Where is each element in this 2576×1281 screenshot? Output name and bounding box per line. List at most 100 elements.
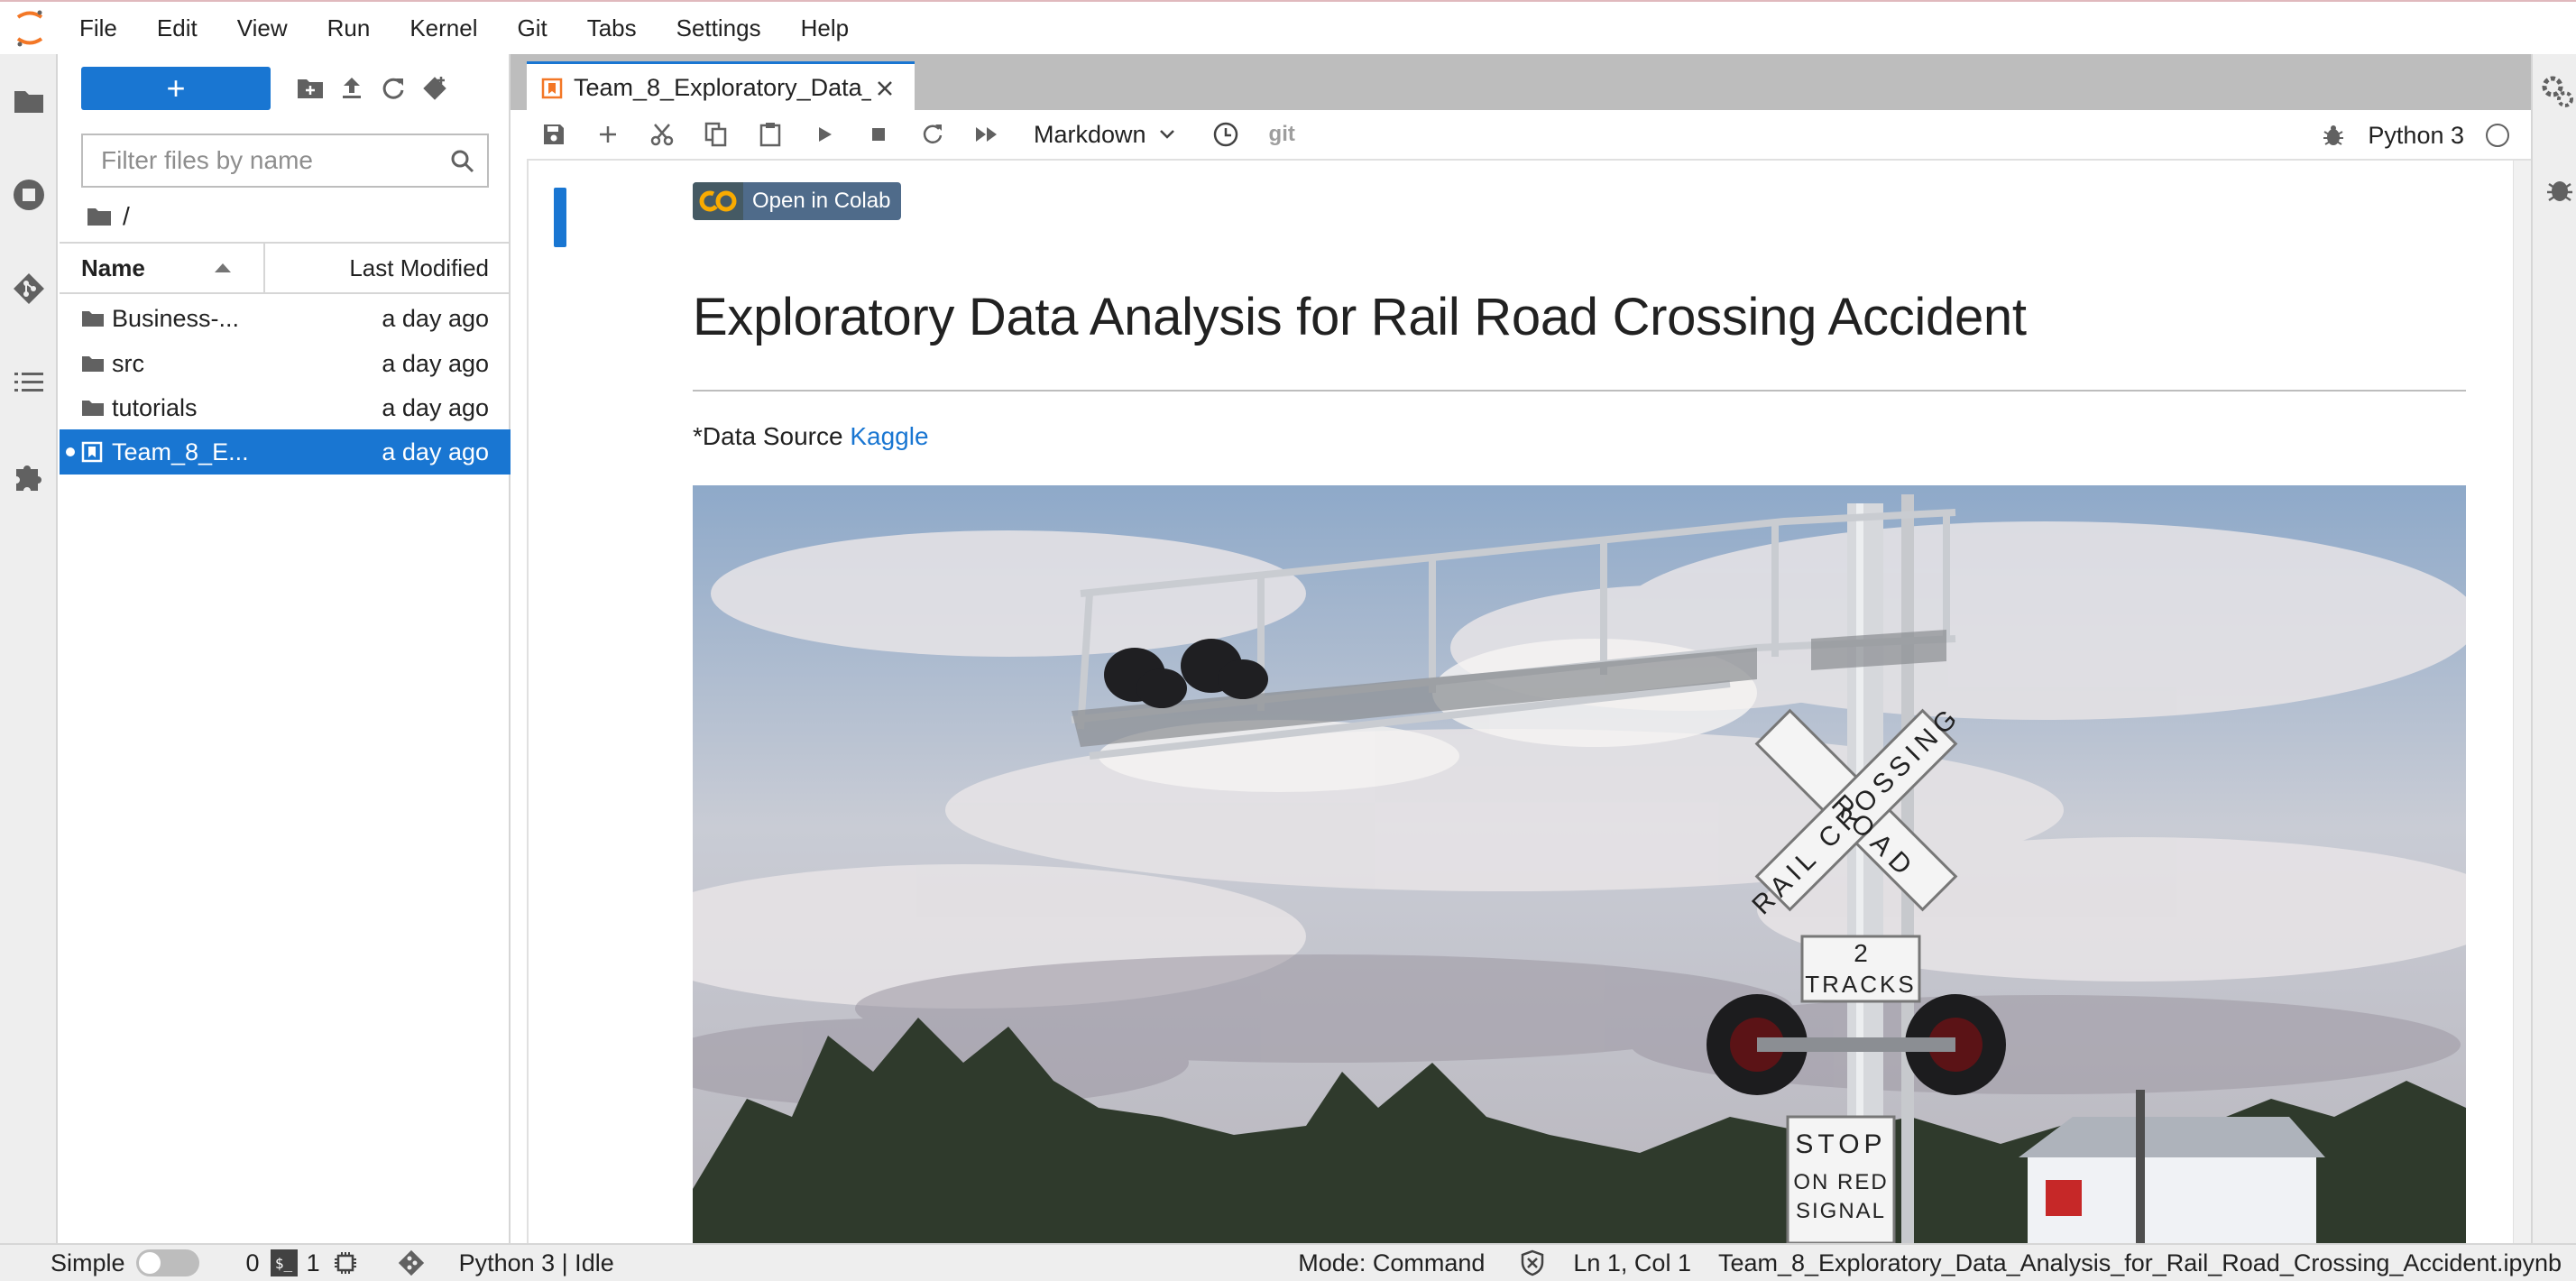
breadcrumb-root[interactable]: / bbox=[123, 202, 130, 231]
menu-kernel[interactable]: Kernel bbox=[390, 2, 497, 54]
name-column-header[interactable]: Name bbox=[60, 244, 265, 292]
folder-icon[interactable] bbox=[0, 76, 58, 126]
restart-run-all-button[interactable] bbox=[960, 109, 1014, 160]
save-button[interactable] bbox=[527, 109, 581, 160]
data-source-line: *Data Source Kaggle bbox=[693, 422, 929, 451]
new-launcher-button[interactable]: + bbox=[81, 67, 271, 110]
git-diff-button[interactable]: git bbox=[1269, 122, 1295, 147]
last-modified-label: Last Modified bbox=[349, 253, 489, 281]
tab-bar: Team_8_Exploratory_Data_ bbox=[511, 54, 2531, 112]
folder-icon[interactable] bbox=[87, 206, 112, 227]
file-row-selected[interactable]: Team_8_E... a day ago bbox=[60, 429, 511, 475]
file-path: Team_8_Exploratory_Data_Analysis_for_Rai… bbox=[1717, 1249, 2562, 1276]
notebook-mode: Mode: Command bbox=[1298, 1249, 1486, 1276]
breadcrumb: / bbox=[87, 198, 130, 235]
data-source-label: *Data Source bbox=[693, 422, 851, 450]
tracks-sign-label: TRACKS bbox=[1805, 971, 1916, 998]
file-row[interactable]: Business-... a day ago bbox=[60, 296, 511, 341]
notebook-icon bbox=[541, 78, 563, 98]
open-in-colab-badge[interactable]: Open in Colab bbox=[693, 182, 902, 220]
running-sessions[interactable]: 0 $_ 1 bbox=[246, 1249, 358, 1277]
copy-button[interactable] bbox=[689, 109, 743, 160]
kernel-status[interactable]: Python 3 | Idle bbox=[459, 1249, 614, 1277]
notebook-scrollbar[interactable] bbox=[2513, 161, 2531, 1243]
trusted-icon[interactable] bbox=[1519, 1249, 1546, 1276]
railroad-crossing-image: RAIL CROSSING ROAD 2 TRACKS STOP ON RED bbox=[693, 485, 2466, 1243]
menu-run[interactable]: Run bbox=[308, 2, 391, 54]
file-modified: a day ago bbox=[382, 304, 489, 332]
menu-help[interactable]: Help bbox=[781, 2, 869, 54]
file-name: src bbox=[112, 349, 144, 377]
scissors-icon bbox=[650, 124, 674, 146]
kernel-area: Python 3 bbox=[2321, 110, 2509, 161]
kernel-name[interactable]: Python 3 bbox=[2368, 122, 2464, 150]
cursor-position[interactable]: Ln 1, Col 1 bbox=[1573, 1249, 1691, 1277]
left-activity-bar bbox=[0, 54, 58, 1243]
terminal-icon: $_ bbox=[270, 1249, 298, 1276]
filter-files-input[interactable] bbox=[99, 145, 442, 176]
fast-forward-icon bbox=[976, 127, 997, 142]
menu-git[interactable]: Git bbox=[497, 2, 566, 54]
toggle-switch[interactable] bbox=[135, 1249, 199, 1276]
file-name: tutorials bbox=[112, 393, 198, 421]
plus-icon: + bbox=[166, 69, 186, 106]
plus-icon bbox=[600, 126, 616, 143]
property-inspector-icon[interactable] bbox=[2540, 74, 2576, 115]
upload-icon bbox=[343, 78, 361, 98]
notebook-panel: Open in Colab Exploratory Data Analysis … bbox=[527, 161, 2531, 1243]
notebook-title: Exploratory Data Analysis for Rail Road … bbox=[693, 288, 2027, 346]
extension-icon[interactable] bbox=[0, 451, 58, 502]
folder-icon bbox=[81, 354, 112, 373]
menu-settings[interactable]: Settings bbox=[657, 2, 781, 54]
menu-edit[interactable]: Edit bbox=[137, 2, 217, 54]
interrupt-button[interactable] bbox=[851, 109, 906, 160]
tab-notebook[interactable]: Team_8_Exploratory_Data_ bbox=[527, 61, 915, 112]
colab-badge-text: Open in Colab bbox=[752, 189, 891, 213]
file-name: Team_8_E... bbox=[112, 438, 249, 465]
git-clone-icon bbox=[423, 77, 446, 100]
toc-icon[interactable] bbox=[0, 357, 58, 408]
menu-view[interactable]: View bbox=[217, 2, 308, 54]
cell-type-dropdown[interactable]: Markdown bbox=[1034, 121, 1175, 149]
folder-icon bbox=[81, 398, 112, 418]
kaggle-link[interactable]: Kaggle bbox=[850, 422, 928, 450]
filter-files-field[interactable] bbox=[81, 134, 489, 188]
debugger-bug-icon[interactable] bbox=[2321, 123, 2346, 148]
simple-mode-toggle[interactable]: Simple bbox=[51, 1249, 199, 1277]
file-modified: a day ago bbox=[382, 393, 489, 421]
last-modified-column-header[interactable]: Last Modified bbox=[265, 244, 511, 292]
file-row[interactable]: src a day ago bbox=[60, 341, 511, 386]
run-icon bbox=[819, 127, 832, 142]
file-browser-toolbar: + bbox=[60, 54, 511, 123]
close-icon[interactable] bbox=[875, 78, 895, 98]
running-icon[interactable] bbox=[0, 170, 58, 220]
paste-button[interactable] bbox=[743, 109, 797, 160]
git-icon[interactable] bbox=[0, 263, 58, 314]
run-button[interactable] bbox=[797, 109, 851, 160]
jupyter-logo-icon bbox=[0, 2, 60, 54]
history-button[interactable] bbox=[1199, 109, 1253, 160]
file-browser-panel: + / Name Last Modified Busi bbox=[60, 54, 511, 1243]
running-indicator-icon bbox=[60, 447, 81, 457]
stop-sign-line2: ON RED bbox=[1793, 1170, 1888, 1194]
clock-icon bbox=[1213, 122, 1237, 147]
refresh-icon bbox=[382, 78, 404, 99]
terminals-count: 0 bbox=[245, 1249, 260, 1276]
folder-icon bbox=[81, 309, 112, 328]
debugger-icon[interactable] bbox=[2540, 171, 2576, 212]
git-status-icon[interactable] bbox=[396, 1248, 427, 1278]
kernel-chip-icon bbox=[334, 1252, 356, 1274]
git-clone-button[interactable] bbox=[409, 67, 460, 110]
file-modified: a day ago bbox=[382, 349, 489, 377]
menu-file[interactable]: File bbox=[60, 2, 137, 54]
insert-cell-button[interactable] bbox=[581, 109, 635, 160]
restart-button[interactable] bbox=[906, 109, 960, 160]
notebook-icon bbox=[81, 441, 112, 463]
cell-collapser[interactable] bbox=[554, 188, 566, 247]
file-row[interactable]: tutorials a day ago bbox=[60, 385, 511, 430]
cut-button[interactable] bbox=[635, 109, 689, 160]
name-column-label: Name bbox=[81, 253, 145, 281]
menu-tabs[interactable]: Tabs bbox=[567, 2, 657, 54]
sort-ascending-icon bbox=[215, 263, 231, 272]
restart-icon bbox=[923, 124, 943, 143]
